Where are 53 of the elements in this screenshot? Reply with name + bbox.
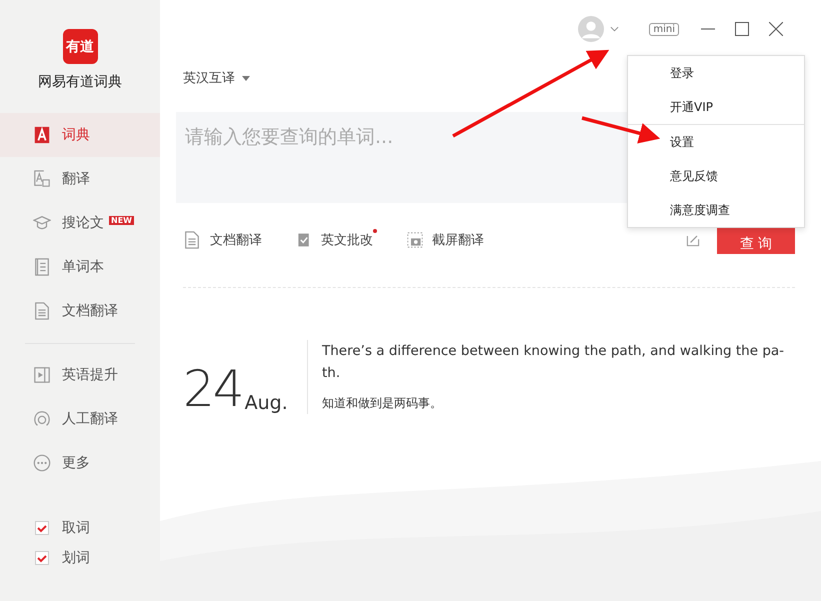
letter-a-icon [33,126,51,144]
notebook-icon [33,258,51,276]
query-button[interactable]: 查 询 [717,226,795,254]
checkbox-label: 取词 [62,519,90,537]
tool-button[interactable]: 英文批改 [296,231,373,249]
document-icon [183,231,201,249]
app-name: 网易有道词典 [38,73,122,91]
sidebar-label: 更多 [62,454,90,472]
quote-translation: 知道和做到是两码事。 [322,395,443,412]
maximize-icon[interactable] [735,22,749,36]
quote-line: There’s a difference between knowing the path, and walking the pa- [322,342,784,361]
quote-line: th. [322,364,342,383]
day-number: 24 [183,364,243,414]
sidebar-item[interactable]: 词典 [0,113,160,157]
document-icon [33,302,51,320]
tool-label: 文档翻译 [210,232,262,249]
screenshot-icon [407,232,423,248]
sidebar-label: 单词本 [62,258,104,276]
close-icon[interactable] [769,22,783,36]
sidebar-label: 人工翻译 [62,410,118,428]
more-icon [33,454,51,472]
sidebar-item[interactable]: 搜论文 NEW [0,201,160,245]
tool-label: 英文批改 [321,232,373,249]
mini-mode-button[interactable]: mini [649,22,679,36]
tool-label: 截屏翻译 [432,232,484,249]
language-dropdown[interactable]: 英汉互译 [183,58,250,98]
sidebar-item[interactable]: 英语提升 [0,353,160,397]
sidebar-item[interactable]: 单词本 [0,245,160,289]
tool-button[interactable]: 截屏翻译 [407,231,484,249]
checked-document-icon [296,232,312,248]
translate-icon [33,170,51,188]
sidebar-item[interactable]: 翻译 [0,157,160,201]
checkbox-label: 划词 [62,549,90,567]
app-logo: 有道 [62,29,98,64]
sidebar-label: 翻译 [62,170,90,188]
sidebar-item[interactable]: 更多 [0,441,160,485]
headset-icon [33,410,51,428]
checkbox[interactable] [35,521,49,535]
sidebar-label: 英语提升 [62,366,118,384]
chevron-down-icon[interactable] [610,26,620,32]
sidebar-item[interactable]: 人工翻译 [0,397,160,441]
sidebar-label: 文档翻译 [62,302,118,320]
checkbox[interactable] [35,551,49,565]
graduation-cap-icon [33,214,51,232]
sidebar-label: 搜论文 [62,214,104,232]
caret-icon [242,76,250,80]
tool-button[interactable]: 文档翻译 [183,231,262,249]
month-label: Aug. [244,392,288,414]
sidebar-item[interactable]: 文档翻译 [0,289,160,333]
menu-item[interactable]: 登录 [628,56,804,90]
new-badge: NEW [109,216,134,224]
sidebar-label: 词典 [62,126,90,144]
video-icon [33,366,51,384]
